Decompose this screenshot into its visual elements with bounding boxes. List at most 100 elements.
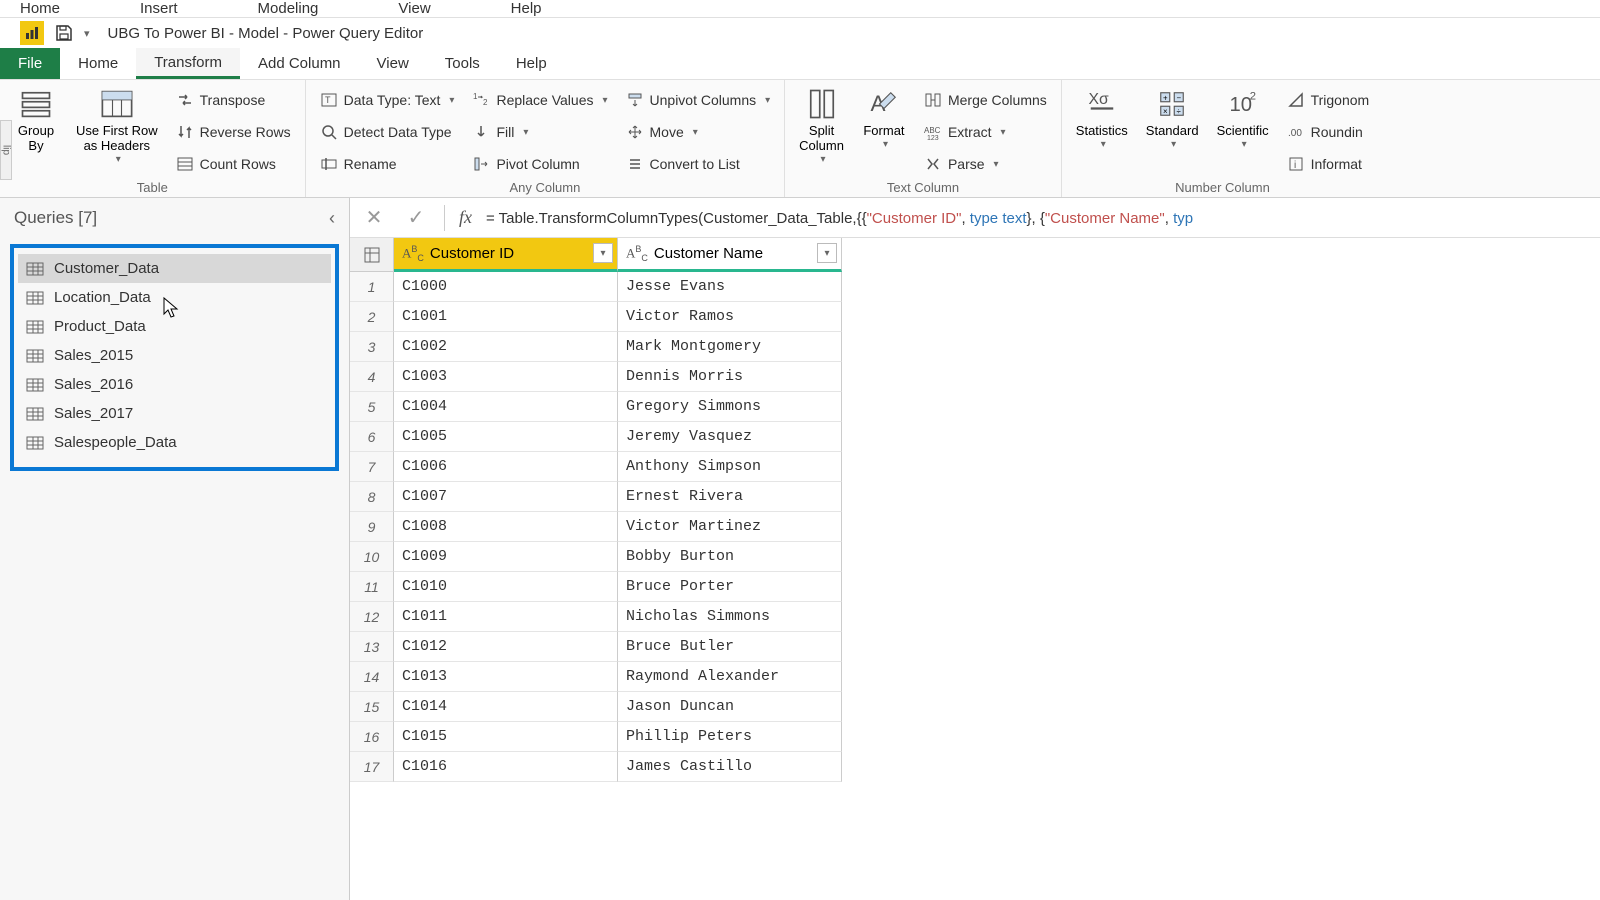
cell-customer-name[interactable]: Ernest Rivera: [618, 482, 842, 512]
cell-customer-name[interactable]: Jesse Evans: [618, 272, 842, 302]
move-button[interactable]: Move▾: [620, 118, 777, 146]
formula-text[interactable]: = Table.TransformColumnTypes(Customer_Da…: [486, 209, 1590, 227]
fx-icon[interactable]: fx: [459, 207, 472, 228]
cell-customer-name[interactable]: Jason Duncan: [618, 692, 842, 722]
table-row[interactable]: 16C1015Phillip Peters: [350, 722, 1600, 752]
table-row[interactable]: 14C1013Raymond Alexander: [350, 662, 1600, 692]
format-button[interactable]: A Format▾: [856, 84, 912, 152]
qat-dropdown-icon[interactable]: ▾: [84, 27, 90, 40]
cell-customer-name[interactable]: Bruce Butler: [618, 632, 842, 662]
use-first-row-button[interactable]: Use First Row as Headers▾: [70, 84, 164, 167]
rename-button[interactable]: Rename: [314, 150, 461, 178]
formula-cancel-icon[interactable]: ✕: [360, 204, 388, 232]
cell-customer-id[interactable]: C1012: [394, 632, 618, 662]
table-row[interactable]: 13C1012Bruce Butler: [350, 632, 1600, 662]
table-row[interactable]: 3C1002Mark Montgomery: [350, 332, 1600, 362]
information-button[interactable]: iInformat: [1281, 150, 1376, 178]
cell-customer-id[interactable]: C1010: [394, 572, 618, 602]
query-item[interactable]: Customer_Data: [18, 254, 331, 283]
rounding-button[interactable]: .00Roundin: [1281, 118, 1376, 146]
collapse-queries-icon[interactable]: ‹: [329, 208, 335, 229]
convert-list-button[interactable]: Convert to List: [620, 150, 777, 178]
table-row[interactable]: 17C1016James Castillo: [350, 752, 1600, 782]
cell-customer-id[interactable]: C1013: [394, 662, 618, 692]
unpivot-button[interactable]: Unpivot Columns▾: [620, 86, 777, 114]
trig-button[interactable]: Trigonom: [1281, 86, 1376, 114]
split-column-button[interactable]: Split Column▾: [793, 84, 850, 167]
save-icon[interactable]: [54, 23, 74, 43]
query-item[interactable]: Sales_2017: [18, 399, 331, 428]
query-item[interactable]: Salespeople_Data: [18, 428, 331, 457]
menu-home[interactable]: Home: [20, 0, 60, 17]
cell-customer-name[interactable]: Victor Martinez: [618, 512, 842, 542]
formula-accept-icon[interactable]: ✓: [402, 204, 430, 232]
cell-customer-id[interactable]: C1015: [394, 722, 618, 752]
table-row[interactable]: 5C1004Gregory Simmons: [350, 392, 1600, 422]
transpose-button[interactable]: Transpose: [170, 86, 297, 114]
cell-customer-id[interactable]: C1009: [394, 542, 618, 572]
group-by-button[interactable]: Group By: [8, 84, 64, 156]
cell-customer-name[interactable]: Raymond Alexander: [618, 662, 842, 692]
cell-customer-id[interactable]: C1008: [394, 512, 618, 542]
cell-customer-name[interactable]: Victor Ramos: [618, 302, 842, 332]
tab-transform[interactable]: Transform: [136, 48, 240, 79]
query-item[interactable]: Sales_2015: [18, 341, 331, 370]
cell-customer-id[interactable]: C1001: [394, 302, 618, 332]
replace-values-button[interactable]: 12Replace Values▾: [466, 86, 613, 114]
cell-customer-name[interactable]: Jeremy Vasquez: [618, 422, 842, 452]
tab-view[interactable]: View: [359, 48, 427, 79]
tab-file[interactable]: File: [0, 48, 60, 79]
count-rows-button[interactable]: Count Rows: [170, 150, 297, 178]
cell-customer-id[interactable]: C1004: [394, 392, 618, 422]
cell-customer-name[interactable]: Nicholas Simmons: [618, 602, 842, 632]
column-filter-icon[interactable]: ▾: [593, 243, 613, 263]
menu-help[interactable]: Help: [511, 0, 542, 17]
pivot-button[interactable]: Pivot Column: [466, 150, 613, 178]
scientific-button[interactable]: 102 Scientific▾: [1211, 84, 1275, 152]
table-row[interactable]: 9C1008Victor Martinez: [350, 512, 1600, 542]
cell-customer-id[interactable]: C1014: [394, 692, 618, 722]
table-row[interactable]: 10C1009Bobby Burton: [350, 542, 1600, 572]
parse-button[interactable]: Parse▾: [918, 150, 1053, 178]
cell-customer-id[interactable]: C1000: [394, 272, 618, 302]
cell-customer-id[interactable]: C1002: [394, 332, 618, 362]
table-row[interactable]: 2C1001Victor Ramos: [350, 302, 1600, 332]
tab-help[interactable]: Help: [498, 48, 565, 79]
table-row[interactable]: 4C1003Dennis Morris: [350, 362, 1600, 392]
cell-customer-name[interactable]: James Castillo: [618, 752, 842, 782]
column-header-customer-id[interactable]: ABC Customer ID ▾: [394, 238, 618, 272]
menu-view[interactable]: View: [398, 0, 430, 17]
tab-tools[interactable]: Tools: [427, 48, 498, 79]
cell-customer-id[interactable]: C1006: [394, 452, 618, 482]
menu-modeling[interactable]: Modeling: [258, 0, 319, 17]
cell-customer-name[interactable]: Bruce Porter: [618, 572, 842, 602]
table-corner[interactable]: [350, 238, 394, 272]
merge-columns-button[interactable]: Merge Columns: [918, 86, 1053, 114]
extract-button[interactable]: ABC123Extract▾: [918, 118, 1053, 146]
fill-button[interactable]: Fill▾: [466, 118, 613, 146]
column-header-customer-name[interactable]: ABC Customer Name ▾: [618, 238, 842, 272]
cell-customer-id[interactable]: C1005: [394, 422, 618, 452]
reverse-rows-button[interactable]: Reverse Rows: [170, 118, 297, 146]
cell-customer-name[interactable]: Dennis Morris: [618, 362, 842, 392]
table-row[interactable]: 15C1014Jason Duncan: [350, 692, 1600, 722]
query-item[interactable]: Sales_2016: [18, 370, 331, 399]
table-row[interactable]: 7C1006Anthony Simpson: [350, 452, 1600, 482]
standard-button[interactable]: +−×÷ Standard▾: [1140, 84, 1205, 152]
detect-type-button[interactable]: Detect Data Type: [314, 118, 461, 146]
cell-customer-name[interactable]: Bobby Burton: [618, 542, 842, 572]
table-row[interactable]: 12C1011Nicholas Simmons: [350, 602, 1600, 632]
statistics-button[interactable]: Xσ Statistics▾: [1070, 84, 1134, 152]
cell-customer-id[interactable]: C1003: [394, 362, 618, 392]
column-filter-icon[interactable]: ▾: [817, 243, 837, 263]
cell-customer-name[interactable]: Anthony Simpson: [618, 452, 842, 482]
table-row[interactable]: 6C1005Jeremy Vasquez: [350, 422, 1600, 452]
menu-insert[interactable]: Insert: [140, 0, 178, 17]
table-row[interactable]: 1C1000Jesse Evans: [350, 272, 1600, 302]
cell-customer-id[interactable]: C1016: [394, 752, 618, 782]
cell-customer-id[interactable]: C1007: [394, 482, 618, 512]
cell-customer-name[interactable]: Gregory Simmons: [618, 392, 842, 422]
table-row[interactable]: 11C1010Bruce Porter: [350, 572, 1600, 602]
table-row[interactable]: 8C1007Ernest Rivera: [350, 482, 1600, 512]
cell-customer-id[interactable]: C1011: [394, 602, 618, 632]
